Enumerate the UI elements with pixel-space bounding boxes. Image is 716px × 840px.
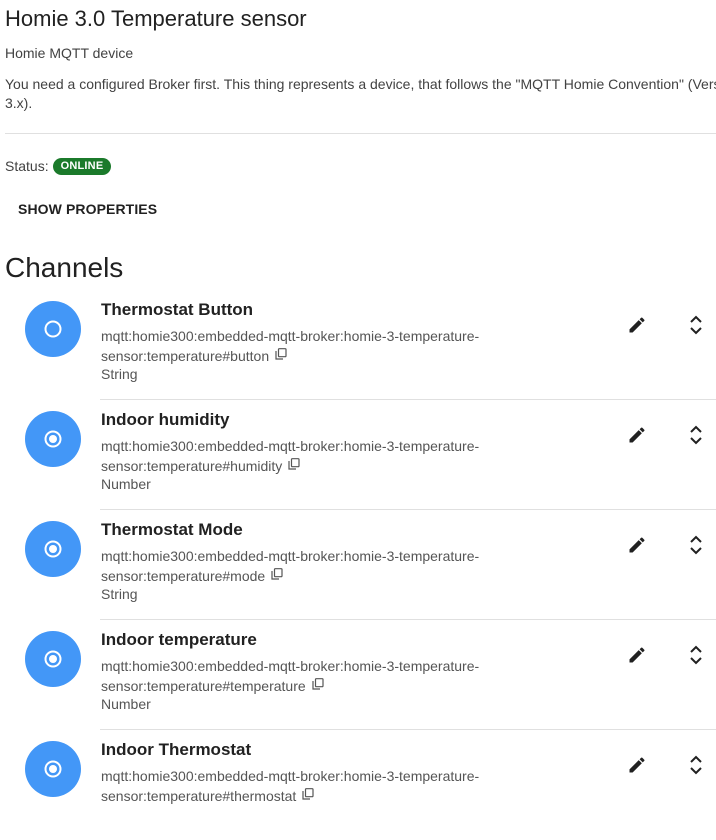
channel-item[interactable]: Thermostat Button mqtt:homie300:embedded… [0,290,716,400]
channel-uid: mqtt:homie300:embedded-mqtt-broker:homie… [101,326,481,367]
channel-title: Indoor temperature [101,630,257,649]
channel-uid: mqtt:homie300:embedded-mqtt-broker:homie… [101,546,481,587]
expand-channel-button[interactable] [681,420,711,450]
channel-title: Thermostat Mode [101,520,243,539]
unfold-icon [690,755,702,775]
channel-uid: mqtt:homie300:embedded-mqtt-broker:homie… [101,436,481,477]
pencil-icon [629,427,645,443]
channel-item-type: Number [101,476,151,492]
radio-checked-icon [44,650,62,668]
channel-avatar [25,301,81,357]
channel-item[interactable]: Indoor temperature mqtt:homie300:embedde… [0,620,716,730]
status-badge: ONLINE [52,157,112,175]
edit-channel-button[interactable] [622,420,652,450]
channel-title: Thermostat Button [101,300,254,319]
channel-item-type: String [101,366,138,382]
radio-checked-icon [44,430,62,448]
channel-uid-text: mqtt:homie300:embedded-mqtt-broker:homie… [101,548,480,584]
channel-item[interactable]: Indoor Thermostat mqtt:homie300:embedded… [0,730,716,840]
channel-item[interactable]: Thermostat Mode mqtt:homie300:embedded-m… [0,510,716,620]
expand-channel-button[interactable] [681,640,711,670]
thing-type-subtitle: Homie MQTT device [5,45,134,61]
header-divider [5,133,716,134]
pencil-icon [629,537,645,553]
edit-channel-button[interactable] [622,640,652,670]
edit-channel-button[interactable] [622,750,652,780]
pencil-icon [629,757,645,773]
expand-channel-button[interactable] [681,750,711,780]
edit-channel-button[interactable] [622,310,652,340]
channel-title: Indoor Thermostat [101,740,252,759]
channel-uid-text: mqtt:homie300:embedded-mqtt-broker:homie… [101,658,480,694]
channel-title: Indoor humidity [101,410,230,429]
copy-icon[interactable] [312,675,324,695]
copy-icon[interactable] [288,455,300,475]
channel-uid: mqtt:homie300:embedded-mqtt-broker:homie… [101,766,481,807]
channel-uid: mqtt:homie300:embedded-mqtt-broker:homie… [101,656,481,697]
channel-item[interactable]: Indoor humidity mqtt:homie300:embedded-m… [0,400,716,510]
radio-checked-icon [44,760,62,778]
expand-channel-button[interactable] [681,310,711,340]
status-row: Status: ONLINE [5,156,112,176]
status-label: Status: [5,158,49,174]
expand-channel-button[interactable] [681,530,711,560]
unfold-icon [690,535,702,555]
channel-item-type: String [101,586,138,602]
pencil-icon [629,317,645,333]
radio-unchecked-icon [44,320,62,338]
pencil-icon [629,647,645,663]
channel-avatar [25,521,81,577]
unfold-icon [690,645,702,665]
unfold-icon [690,425,702,445]
radio-checked-icon [44,540,62,558]
channel-list: Thermostat Button mqtt:homie300:embedded… [0,290,716,840]
channel-avatar [25,411,81,467]
copy-icon[interactable] [275,345,287,365]
channels-heading: Channels [5,252,124,283]
channel-avatar [25,741,81,797]
copy-icon[interactable] [271,565,283,585]
edit-channel-button[interactable] [622,530,652,560]
show-properties-button[interactable]: SHOW PROPERTIES [10,196,165,222]
thing-description: You need a configured Broker first. This… [5,76,716,111]
channel-uid-text: mqtt:homie300:embedded-mqtt-broker:homie… [101,328,480,364]
channel-avatar [25,631,81,687]
channel-item-type: Number [101,696,151,712]
unfold-icon [690,315,702,335]
channel-uid-text: mqtt:homie300:embedded-mqtt-broker:homie… [101,768,480,804]
copy-icon[interactable] [302,785,314,805]
page-title: Homie 3.0 Temperature sensor [5,6,307,31]
